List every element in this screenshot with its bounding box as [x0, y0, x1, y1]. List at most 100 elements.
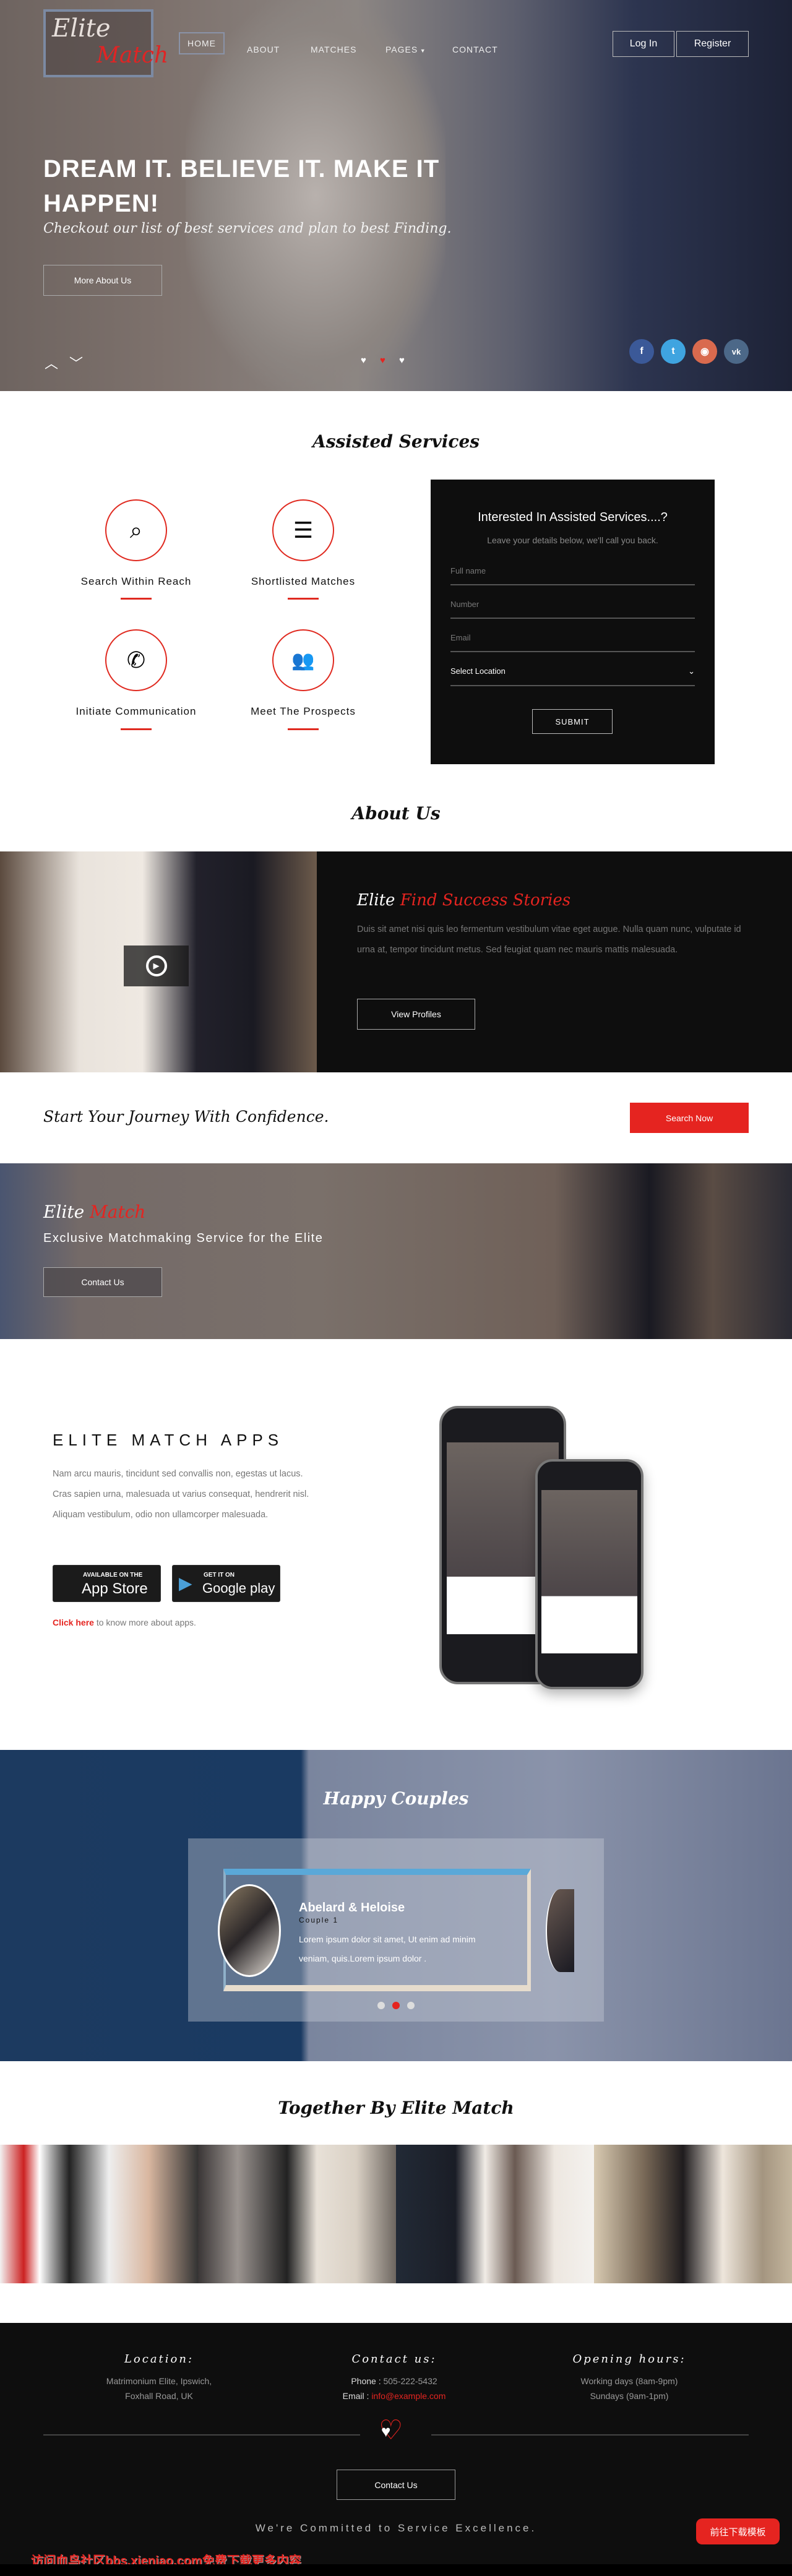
google-small: GET IT ON [204, 1572, 235, 1579]
about-title: About Us [351, 803, 441, 824]
gallery-photo[interactable] [396, 2145, 594, 2283]
next-couple-avatar[interactable] [546, 1889, 574, 1972]
phone-icon[interactable]: ✆ [105, 629, 167, 691]
divider [288, 598, 319, 600]
arrow-down-icon[interactable]: ﹀ [69, 353, 83, 373]
fullname-input[interactable]: Full name [450, 566, 695, 585]
gallery-photo[interactable] [198, 2145, 396, 2283]
register-button[interactable]: Register [676, 31, 749, 57]
phone-value: 505-222-5432 [383, 2376, 437, 2386]
footer-contact-button[interactable]: Contact Us [337, 2470, 455, 2500]
email-link[interactable]: info@example.com [371, 2391, 446, 2401]
logo[interactable]: Elite Match [43, 9, 168, 77]
apps-more: Click here to know more about apps. [53, 1618, 196, 1627]
hero-headline: DREAM IT. BELIEVE IT. MAKE IT HAPPEN! [43, 155, 440, 217]
together-title: Together By Elite Match [278, 2098, 514, 2118]
form-subtitle: Leave your details below, we'll call you… [487, 535, 658, 545]
gallery-photo[interactable] [594, 2145, 792, 2283]
login-button[interactable]: Log In [613, 31, 674, 57]
google-play-badge[interactable]: ▶ GET IT ON Google play [172, 1565, 280, 1602]
hero-subtitle: Checkout our list of best services and p… [43, 221, 452, 236]
click-here-link[interactable]: Click here [53, 1618, 94, 1627]
happy-couples-section: Happy Couples Abelard & Heloise Couple 1… [0, 1750, 792, 2061]
chevron-down-icon: ⌄ [688, 666, 695, 676]
list-icon[interactable]: ☰ [272, 499, 334, 561]
play-video-button[interactable]: ▶ [124, 946, 189, 986]
footer: Location: Matrimonium Elite, Ipswich, Fox… [0, 2323, 792, 2576]
banner-elite: Elite [43, 1202, 85, 1222]
divider [121, 598, 152, 600]
heart-logo-icon: ♡ ♥ [379, 2415, 403, 2445]
nav-pages[interactable]: PAGES ▼ [385, 45, 426, 54]
facebook-icon[interactable]: f [629, 339, 654, 364]
assisted-services-form: Interested In Assisted Services....? Lea… [431, 480, 715, 764]
about-heading-white: Elite [357, 891, 395, 910]
email-input[interactable]: Email [450, 633, 695, 652]
app-store-badge[interactable]: AVAILABLE ON THE App Store [53, 1565, 161, 1602]
nav-contact[interactable]: CONTACT [452, 45, 498, 54]
vk-icon[interactable]: vk [724, 339, 749, 364]
about-heading-red: Find Success Stories [400, 891, 571, 910]
nav-about[interactable]: ABOUT [247, 45, 280, 54]
play-store-icon: ▶ [179, 1574, 192, 1593]
carousel-dot[interactable] [407, 2002, 415, 2009]
address-line: Foxhall Road, UK [125, 2391, 193, 2401]
divider [121, 728, 152, 730]
gallery-photo[interactable] [0, 2145, 198, 2283]
couple-avatar [218, 1884, 281, 1977]
couple-text: Lorem ipsum dolor sit amet, Ut enim ad m… [299, 1934, 476, 1963]
apps-title: ELITE MATCH APPS [53, 1431, 284, 1449]
address-line: Matrimonium Elite, Ipswich, [106, 2376, 212, 2386]
users-icon[interactable]: 👥 [272, 629, 334, 691]
search-now-button[interactable]: Search Now [630, 1103, 749, 1133]
couple-name: Abelard & Heloise [299, 1901, 405, 1915]
caret-down-icon: ▼ [418, 48, 426, 54]
footer-tagline: We're Committed to Service Excellence. [255, 2522, 537, 2534]
couple-subtitle: Couple 1 [299, 1916, 339, 1924]
submit-button[interactable]: SUBMIT [532, 709, 613, 734]
phone-label: Phone : [351, 2376, 381, 2386]
download-template-button[interactable]: 前往下载模板 [696, 2518, 780, 2544]
rss-icon[interactable]: ◉ [692, 339, 717, 364]
service-label: Meet The Prospects [251, 705, 356, 717]
hero-section: Elite Match HOME ABOUT MATCHES PAGES ▼ C… [0, 0, 792, 391]
play-icon: ▶ [145, 955, 167, 976]
view-profiles-button[interactable]: View Profiles [357, 999, 475, 1030]
slide-dot-heart-icon[interactable]: ♥ [361, 355, 366, 366]
location-value: Select Location [450, 666, 506, 676]
divider [288, 728, 319, 730]
logo-match: Match [97, 43, 169, 68]
slide-dot-heart-icon-active[interactable]: ♥ [380, 355, 385, 366]
elite-banner: Elite Match Exclusive Matchmaking Servic… [0, 1163, 792, 1339]
nav-pages-label: PAGES [385, 45, 418, 54]
hours-line: Sundays (9am-1pm) [590, 2391, 669, 2401]
phone-mockup-small [535, 1459, 644, 1689]
hours-info: Working days (8am-9pm) Sundays (9am-1pm) [518, 2374, 741, 2403]
carousel-dot-active[interactable] [392, 2002, 400, 2009]
nav-matches[interactable]: MATCHES [311, 45, 356, 54]
divider [431, 2434, 749, 2436]
email-label: Email : [342, 2391, 369, 2401]
more-about-us-button[interactable]: More About Us [43, 265, 162, 296]
appstore-small: AVAILABLE ON THE [83, 1572, 143, 1579]
couples-title: Happy Couples [323, 1788, 469, 1809]
nav-home[interactable]: HOME [179, 32, 225, 54]
logo-elite: Elite [52, 14, 111, 43]
google-big: Google play [202, 1580, 275, 1596]
testimonial-card: Abelard & Heloise Couple 1 Lorem ipsum d… [188, 1838, 604, 2022]
contact-title: Contact us: [351, 2353, 437, 2366]
form-title: Interested In Assisted Services....? [478, 510, 668, 524]
service-label: Initiate Communication [75, 705, 197, 717]
arrow-up-icon[interactable]: ︿ [45, 353, 58, 373]
service-label: Search Within Reach [80, 575, 192, 587]
location-address: Matrimonium Elite, Ipswich, Foxhall Road,… [48, 2374, 270, 2403]
hours-title: Opening hours: [572, 2353, 686, 2366]
search-icon[interactable]: ⌕ [105, 499, 167, 561]
slide-dot-heart-icon[interactable]: ♥ [399, 355, 405, 366]
twitter-icon[interactable]: t [661, 339, 686, 364]
location-select[interactable]: Select Location ⌄ [450, 666, 695, 686]
banner-brand: Elite Match [43, 1202, 145, 1222]
carousel-dot[interactable] [377, 2002, 385, 2009]
number-input[interactable]: Number [450, 600, 695, 619]
banner-contact-button[interactable]: Contact Us [43, 1267, 162, 1297]
